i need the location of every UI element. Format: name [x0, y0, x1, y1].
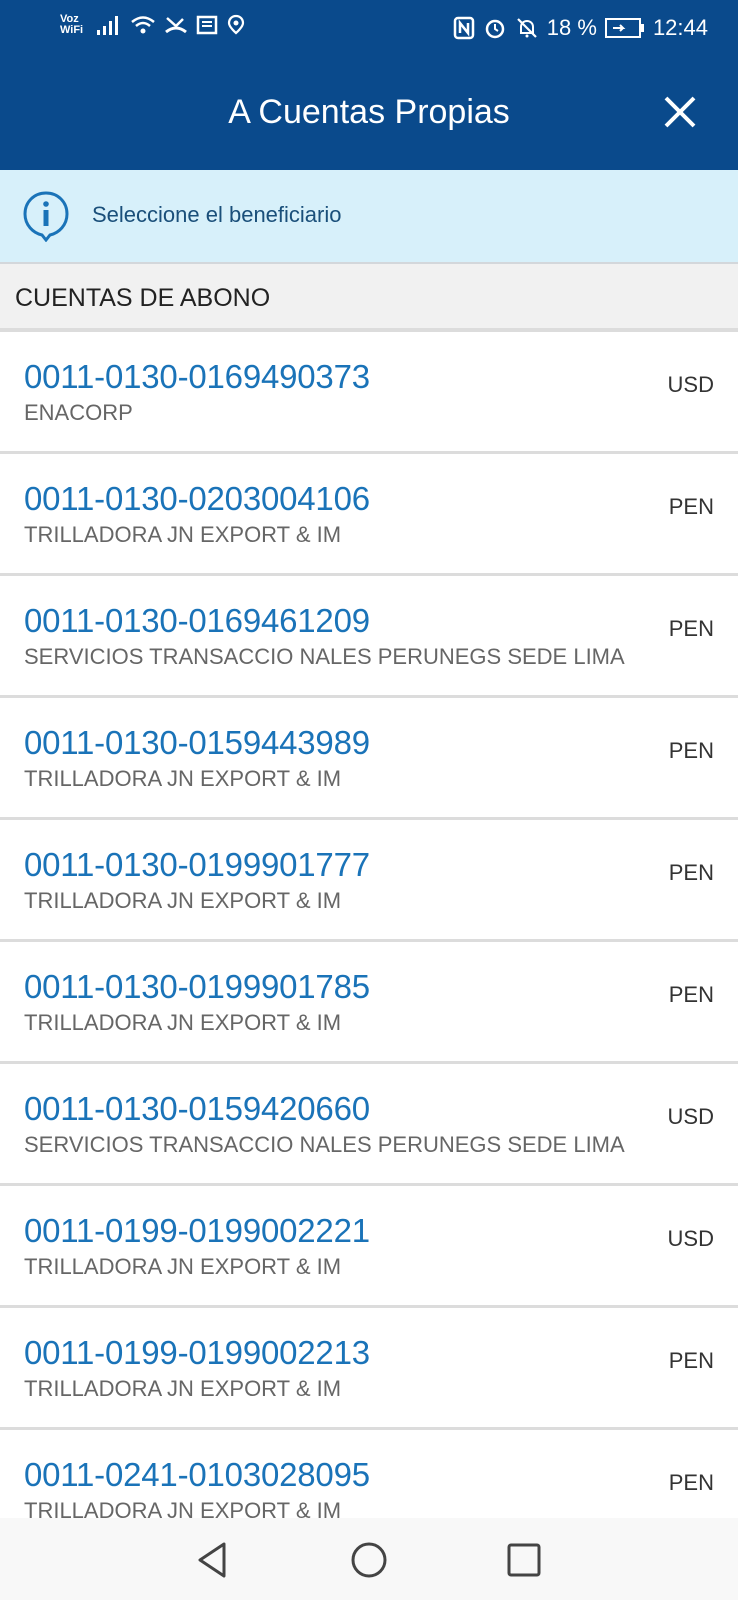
account-holder: TRILLADORA JN EXPORT & IM	[24, 888, 342, 913]
info-banner: Seleccione el beneficiario	[0, 170, 738, 264]
battery-charging-icon	[604, 17, 645, 39]
account-holder: SERVICIOS TRANSACCIO NALES PERUNEGS SEDE…	[24, 644, 625, 669]
location-icon	[226, 14, 246, 36]
account-holder: TRILLADORA JN EXPORT & IM	[24, 522, 342, 547]
back-button[interactable]	[192, 1538, 236, 1582]
account-number: 0011-0199-0199002221	[24, 1212, 370, 1249]
account-holder: TRILLADORA JN EXPORT & IM	[24, 1254, 342, 1279]
account-holder: TRILLADORA JN EXPORT & IM	[24, 766, 342, 791]
account-number: 0011-0241-0103028095	[24, 1456, 370, 1493]
account-holder: TRILLADORA JN EXPORT & IM	[24, 1376, 342, 1401]
alarm-icon	[483, 16, 507, 40]
status-bar: Voz WiFi 18 % 12:44	[0, 0, 738, 56]
account-currency: PEN	[668, 738, 714, 763]
account-list: 0011-0130-0169490373 ENACORP USD 0011-01…	[0, 332, 738, 1552]
account-holder: ENACORP	[24, 400, 133, 425]
recents-button[interactable]	[502, 1538, 546, 1582]
account-row[interactable]: 0011-0130-0169490373 ENACORP USD	[0, 332, 738, 454]
section-header: CUENTAS DE ABONO	[0, 264, 738, 332]
account-currency: PEN	[668, 860, 714, 885]
account-number: 0011-0130-0199901777	[24, 846, 370, 883]
wifi-icon	[130, 14, 156, 36]
account-number: 0011-0130-0169461209	[24, 602, 370, 639]
account-currency: USD	[667, 372, 714, 397]
close-button[interactable]	[660, 92, 700, 132]
system-nav-bar	[0, 1518, 738, 1600]
account-row[interactable]: 0011-0199-0199002221 TRILLADORA JN EXPOR…	[0, 1186, 738, 1308]
account-currency: PEN	[668, 1470, 714, 1495]
page-title: A Cuentas Propias	[228, 93, 510, 131]
nfc-icon	[453, 16, 475, 40]
info-message: Seleccione el beneficiario	[92, 202, 342, 227]
account-row[interactable]: 0011-0130-0159443989 TRILLADORA JN EXPOR…	[0, 698, 738, 820]
account-currency: PEN	[668, 1348, 714, 1373]
account-number: 0011-0130-0169490373	[24, 358, 370, 395]
account-number: 0011-0130-0159443989	[24, 724, 370, 761]
account-currency: PEN	[668, 982, 714, 1007]
account-number: 0011-0199-0199002213	[24, 1334, 370, 1371]
close-icon	[664, 96, 696, 128]
account-currency: PEN	[668, 616, 714, 641]
account-currency: USD	[667, 1226, 714, 1251]
account-currency: PEN	[668, 494, 714, 519]
home-icon	[351, 1542, 387, 1578]
notes-icon	[196, 14, 218, 36]
account-row[interactable]: 0011-0130-0169461209 SERVICIOS TRANSACCI…	[0, 576, 738, 698]
info-icon	[22, 190, 70, 243]
account-row[interactable]: 0011-0130-0159420660 SERVICIOS TRANSACCI…	[0, 1064, 738, 1186]
clock: 12:44	[652, 15, 708, 40]
account-row[interactable]: 0011-0130-0203004106 TRILLADORA JN EXPOR…	[0, 454, 738, 576]
account-number: 0011-0130-0159420660	[24, 1090, 370, 1127]
account-number: 0011-0130-0203004106	[24, 480, 370, 517]
signal-icon	[96, 14, 122, 36]
section-title: CUENTAS DE ABONO	[15, 284, 271, 312]
account-number: 0011-0130-0199901785	[24, 968, 370, 1005]
home-button[interactable]	[347, 1538, 391, 1582]
account-holder: SERVICIOS TRANSACCIO NALES PERUNEGS SEDE…	[24, 1132, 625, 1157]
app-header: A Cuentas Propias	[0, 56, 738, 170]
account-row[interactable]: 0011-0130-0199901777 TRILLADORA JN EXPOR…	[0, 820, 738, 942]
account-currency: USD	[667, 1104, 714, 1129]
mute-notifications-icon	[515, 16, 539, 40]
missed-call-icon	[164, 14, 188, 36]
back-icon	[198, 1542, 226, 1578]
battery-percent: 18 %	[546, 15, 597, 40]
account-holder: TRILLADORA JN EXPORT & IM	[24, 1010, 342, 1035]
voz-wifi-label: Voz WiFi	[60, 13, 84, 36]
account-row[interactable]: 0011-0199-0199002213 TRILLADORA JN EXPOR…	[0, 1308, 738, 1430]
recents-icon	[507, 1543, 541, 1577]
account-row[interactable]: 0011-0130-0199901785 TRILLADORA JN EXPOR…	[0, 942, 738, 1064]
